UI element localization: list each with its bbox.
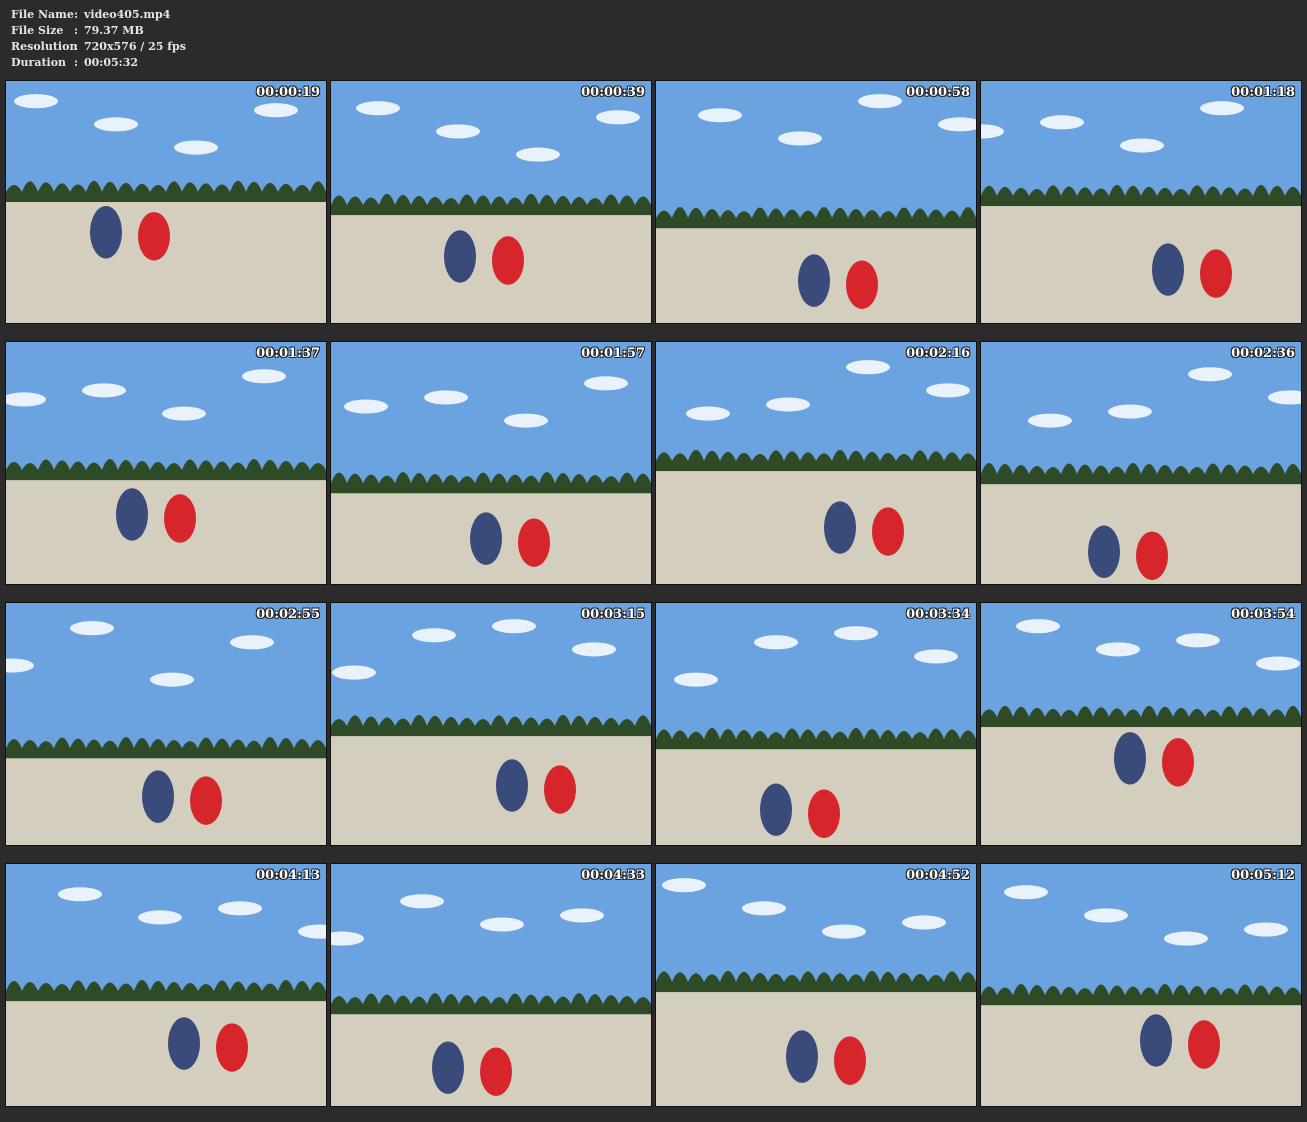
file-info-panel: File Name : video405.mp4 File Size : 79.…: [11, 7, 186, 71]
thumbnail-timestamp: 00:03:15: [581, 607, 645, 622]
video-frame-image: [656, 81, 976, 323]
video-frame-image: [656, 603, 976, 845]
video-frame-image: [6, 342, 326, 584]
duration-value: 00:05:32: [84, 56, 139, 69]
thumbnail-timestamp: 00:00:19: [256, 85, 320, 100]
separator: :: [74, 8, 79, 21]
video-thumbnail[interactable]: 00:00:39: [330, 80, 652, 324]
file-name-label: File Name: [11, 8, 74, 21]
thumbnail-timestamp: 00:01:18: [1231, 85, 1295, 100]
separator: :: [74, 40, 79, 53]
thumbnail-timestamp: 00:00:39: [581, 85, 645, 100]
video-frame-image: [6, 603, 326, 845]
video-thumbnail[interactable]: 00:01:37: [5, 341, 327, 585]
video-frame-image: [331, 864, 651, 1106]
thumbnail-timestamp: 00:02:55: [256, 607, 320, 622]
video-thumbnail[interactable]: 00:02:55: [5, 602, 327, 846]
video-thumbnail[interactable]: 00:03:54: [980, 602, 1302, 846]
file-size-row: File Size : 79.37 MB: [11, 23, 186, 39]
separator: :: [74, 56, 79, 69]
file-size-label: File Size: [11, 24, 64, 37]
resolution-row: Resolution : 720x576 / 25 fps: [11, 39, 186, 55]
thumbnail-timestamp: 00:03:34: [906, 607, 970, 622]
thumbnail-timestamp: 00:04:52: [906, 868, 970, 883]
thumbnail-timestamp: 00:05:12: [1231, 868, 1295, 883]
thumbnail-timestamp: 00:03:54: [1231, 607, 1295, 622]
video-frame-image: [331, 81, 651, 323]
resolution-label: Resolution: [11, 40, 78, 53]
duration-row: Duration : 00:05:32: [11, 55, 186, 71]
video-thumbnail[interactable]: 00:04:52: [655, 863, 977, 1107]
thumbnail-timestamp: 00:04:33: [581, 868, 645, 883]
video-thumbnail[interactable]: 00:01:57: [330, 341, 652, 585]
video-thumbnail[interactable]: 00:02:16: [655, 341, 977, 585]
separator: :: [74, 24, 79, 37]
resolution-value: 720x576 / 25 fps: [84, 40, 186, 53]
video-thumbnail[interactable]: 00:03:15: [330, 602, 652, 846]
video-thumbnail[interactable]: 00:01:18: [980, 80, 1302, 324]
thumbnail-timestamp: 00:01:37: [256, 346, 320, 361]
video-frame-image: [6, 864, 326, 1106]
video-frame-image: [981, 864, 1301, 1106]
file-size-value: 79.37 MB: [84, 24, 144, 37]
thumbnail-timestamp: 00:00:58: [906, 85, 970, 100]
video-thumbnail[interactable]: 00:02:36: [980, 341, 1302, 585]
video-thumbnail[interactable]: 00:03:34: [655, 602, 977, 846]
file-name-value: video405.mp4: [84, 8, 171, 21]
video-frame-image: [981, 81, 1301, 323]
video-frame-image: [656, 342, 976, 584]
file-name-row: File Name : video405.mp4: [11, 7, 186, 23]
video-thumbnail[interactable]: 00:05:12: [980, 863, 1302, 1107]
duration-label: Duration: [11, 56, 67, 69]
video-thumbnail[interactable]: 00:00:58: [655, 80, 977, 324]
video-frame-image: [331, 603, 651, 845]
video-thumbnail[interactable]: 00:00:19: [5, 80, 327, 324]
thumbnail-timestamp: 00:04:13: [256, 868, 320, 883]
video-thumbnail[interactable]: 00:04:33: [330, 863, 652, 1107]
video-frame-image: [331, 342, 651, 584]
thumbnail-grid: 00:00:19 00:00:39 00:00:58 00:01:18 00:01:37…: [5, 80, 1302, 1107]
video-frame-image: [656, 864, 976, 1106]
thumbnail-timestamp: 00:02:36: [1231, 346, 1295, 361]
thumbnail-timestamp: 00:01:57: [581, 346, 645, 361]
video-frame-image: [981, 342, 1301, 584]
video-thumbnail[interactable]: 00:04:13: [5, 863, 327, 1107]
video-frame-image: [981, 603, 1301, 845]
thumbnail-timestamp: 00:02:16: [906, 346, 970, 361]
video-frame-image: [6, 81, 326, 323]
